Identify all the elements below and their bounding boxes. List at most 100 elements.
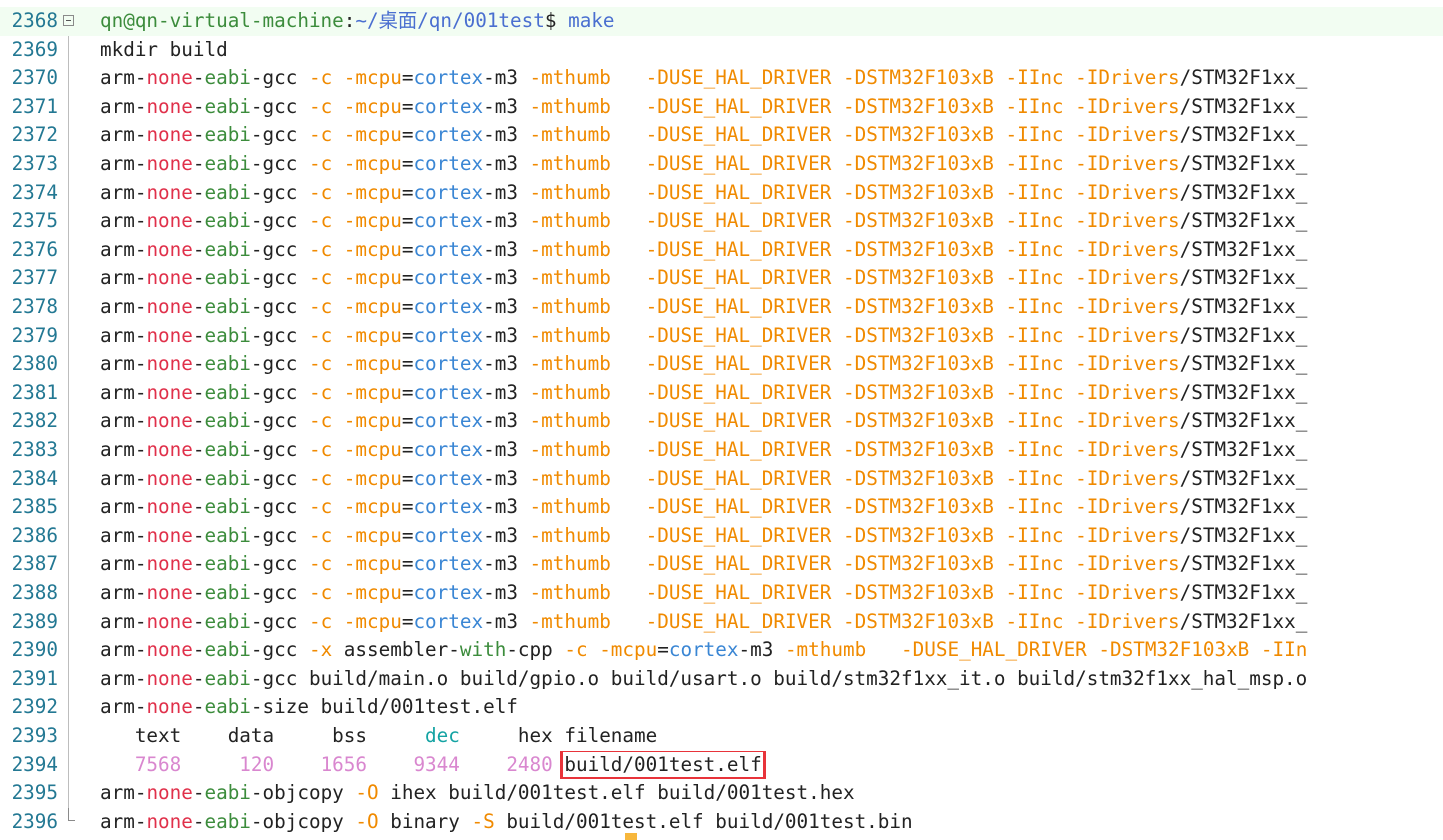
line-number: 2379 <box>11 323 58 347</box>
code-token: arm <box>100 180 135 204</box>
code-token: arm <box>100 266 135 290</box>
line-number: 2387 <box>11 552 58 576</box>
code-line-text: arm-none-eabi-gcc -c -mcpu=cortex-m3 -mt… <box>100 64 1443 93</box>
code-token: -c <box>308 209 344 233</box>
code-token: cortex <box>413 438 484 461</box>
code-token: /STM32F1xx_ <box>1179 152 1308 175</box>
code-token: -mcpu <box>343 438 402 461</box>
code-token: -gcc <box>250 638 309 662</box>
editor-line[interactable]: 2385 arm-none-eabi-gcc -c -mcpu=cortex-m3… <box>0 493 1443 522</box>
editor-line[interactable]: 2374 arm-none-eabi-gcc -c -mcpu=cortex-m3… <box>0 179 1443 208</box>
code-token: /STM32F1xx_ <box>1179 237 1308 261</box>
editor-line[interactable]: 2393 text data bss dec hex filename <box>0 722 1443 751</box>
code-token: -m3 <box>483 66 530 90</box>
code-token: -gcc <box>250 66 309 90</box>
editor-line[interactable]: 2384 arm-none-eabi-gcc -c -mcpu=cortex-m3… <box>0 465 1443 494</box>
prompt-path: ~/桌面/qn/001test <box>355 9 545 32</box>
code-line-text: arm-none-eabi-gcc -c -mcpu=cortex-m3 -mt… <box>100 579 1443 608</box>
editor-line[interactable]: 2380 arm-none-eabi-gcc -c -mcpu=cortex-m3… <box>0 350 1443 379</box>
code-token: -c <box>308 94 344 118</box>
editor-line[interactable]: 2396 arm-none-eabi-objcopy -O binary -S b… <box>0 807 1443 837</box>
code-token: eabi <box>204 237 251 261</box>
code-token: none <box>146 523 193 547</box>
code-token: -DUSE_HAL_DRIVER -DSTM32F103xB -IIn <box>901 638 1308 662</box>
code-token: -mcpu <box>343 66 402 90</box>
line-number: 2384 <box>11 466 58 490</box>
code-token: - <box>134 180 147 204</box>
editor-line[interactable]: 2388 arm-none-eabi-gcc -c -mcpu=cortex-m3… <box>0 579 1443 608</box>
editor-line[interactable]: 2370 arm-none-eabi-gcc -c -mcpu=cortex-m3… <box>0 64 1443 93</box>
editor-line[interactable]: 2391 arm-none-eabi-gcc build/main.o build… <box>0 665 1443 694</box>
code-token: eabi <box>204 123 251 147</box>
editor-line[interactable]: 2387 arm-none-eabi-gcc -c -mcpu=cortex-m3… <box>0 550 1443 579</box>
code-token: -m3 <box>483 123 530 147</box>
code-token: = <box>401 209 414 233</box>
code-token: filename <box>552 724 658 747</box>
code-line-text: arm-none-eabi-gcc -c -mcpu=cortex-m3 -mt… <box>100 350 1443 379</box>
code-token: -gcc <box>250 581 309 604</box>
editor-line[interactable]: 2395 arm-none-eabi-objcopy -O ihex build/… <box>0 779 1443 808</box>
code-token: -mcpu <box>343 409 402 433</box>
fold-collapse-icon[interactable] <box>63 15 74 26</box>
code-token: - <box>134 666 147 690</box>
code-token: - <box>134 809 147 833</box>
code-token: /STM32F1xx_ <box>1179 209 1308 233</box>
code-token: cortex <box>413 466 484 490</box>
editor-line[interactable]: 2386 arm-none-eabi-gcc -c -mcpu=cortex-m3… <box>0 522 1443 551</box>
editor-line[interactable]: 2383 arm-none-eabi-gcc -c -mcpu=cortex-m3… <box>0 436 1443 465</box>
code-token: - <box>192 781 205 805</box>
code-token: -mthumb <box>529 380 646 404</box>
code-token: /STM32F1xx_ <box>1179 552 1308 576</box>
code-token: -size build/001test.elf <box>250 695 518 719</box>
editor-line[interactable]: 2381 arm-none-eabi-gcc -c -mcpu=cortex-m3… <box>0 379 1443 408</box>
code-token: -mcpu <box>343 552 402 576</box>
code-token: arm <box>100 666 135 690</box>
code-token: none <box>146 94 193 118</box>
editor-line[interactable]: 2389 arm-none-eabi-gcc -c -mcpu=cortex-m3… <box>0 608 1443 637</box>
code-token: arm <box>100 409 135 433</box>
code-token: binary <box>390 809 472 833</box>
code-token: = <box>401 94 414 118</box>
editor-line[interactable]: 2371 arm-none-eabi-gcc -c -mcpu=cortex-m3… <box>0 93 1443 122</box>
code-token: -mthumb <box>529 438 646 461</box>
line-number: 2369 <box>11 37 58 61</box>
editor-line[interactable]: 2369 mkdir build <box>0 36 1443 65</box>
editor-line[interactable]: 2373 arm-none-eabi-gcc -c -mcpu=cortex-m3… <box>0 150 1443 179</box>
code-token: cortex <box>668 638 739 662</box>
code-token: none <box>146 237 193 261</box>
prompt-command: make <box>556 9 615 32</box>
code-token: none <box>146 180 193 204</box>
code-token: - <box>192 295 205 318</box>
code-token: -gcc <box>250 380 309 404</box>
code-token: /STM32F1xx_ <box>1179 581 1308 604</box>
code-token: -gcc <box>250 266 309 290</box>
code-token: cortex <box>413 123 484 147</box>
editor-line[interactable]: 2375 arm-none-eabi-gcc -c -mcpu=cortex-m3… <box>0 207 1443 236</box>
editor-line[interactable]: 2377 arm-none-eabi-gcc -c -mcpu=cortex-m3… <box>0 264 1443 293</box>
code-token: cortex <box>413 409 484 433</box>
code-line-text: arm-none-eabi-gcc -c -mcpu=cortex-m3 -mt… <box>100 379 1443 408</box>
editor-line[interactable]: 2394 7568 120 1656 9344 2480 build/001te… <box>0 750 1443 780</box>
code-token: - <box>192 638 205 662</box>
code-line-text: arm-none-eabi-gcc -c -mcpu=cortex-m3 -mt… <box>100 522 1443 551</box>
editor-line[interactable]: 2382 arm-none-eabi-gcc -c -mcpu=cortex-m3… <box>0 407 1443 436</box>
code-token: none <box>146 295 193 318</box>
editor-line[interactable]: 2390 arm-none-eabi-gcc -x assembler-with-… <box>0 636 1443 665</box>
line-number: 2370 <box>11 66 58 90</box>
code-line-text: arm-none-eabi-gcc -c -mcpu=cortex-m3 -mt… <box>100 550 1443 579</box>
code-token: /STM32F1xx_ <box>1179 180 1308 204</box>
code-token: arm <box>100 123 135 147</box>
editor-line[interactable]: 2378 arm-none-eabi-gcc -c -mcpu=cortex-m3… <box>0 293 1443 322</box>
line-number: 2371 <box>11 94 58 118</box>
editor-line[interactable]: 2372 arm-none-eabi-gcc -c -mcpu=cortex-m3… <box>0 121 1443 150</box>
code-token: - <box>192 466 205 490</box>
editor-view[interactable]: 2368 qn@qn-virtual-machine:~/桌面/qn/001tes… <box>0 0 1443 840</box>
editor-line[interactable]: 2376 arm-none-eabi-gcc -c -mcpu=cortex-m3… <box>0 236 1443 265</box>
editor-line[interactable]: 2379 arm-none-eabi-gcc -c -mcpu=cortex-m3… <box>0 322 1443 351</box>
code-token: build/001test.elf build/001test.bin <box>506 809 913 833</box>
editor-line[interactable]: 2368 qn@qn-virtual-machine:~/桌面/qn/001tes… <box>0 7 1443 36</box>
editor-line[interactable]: 2392 arm-none-eabi-size build/001test.elf <box>0 693 1443 722</box>
code-token: none <box>146 152 193 175</box>
code-token: /STM32F1xx_ <box>1179 609 1308 633</box>
code-token: - <box>134 495 147 519</box>
